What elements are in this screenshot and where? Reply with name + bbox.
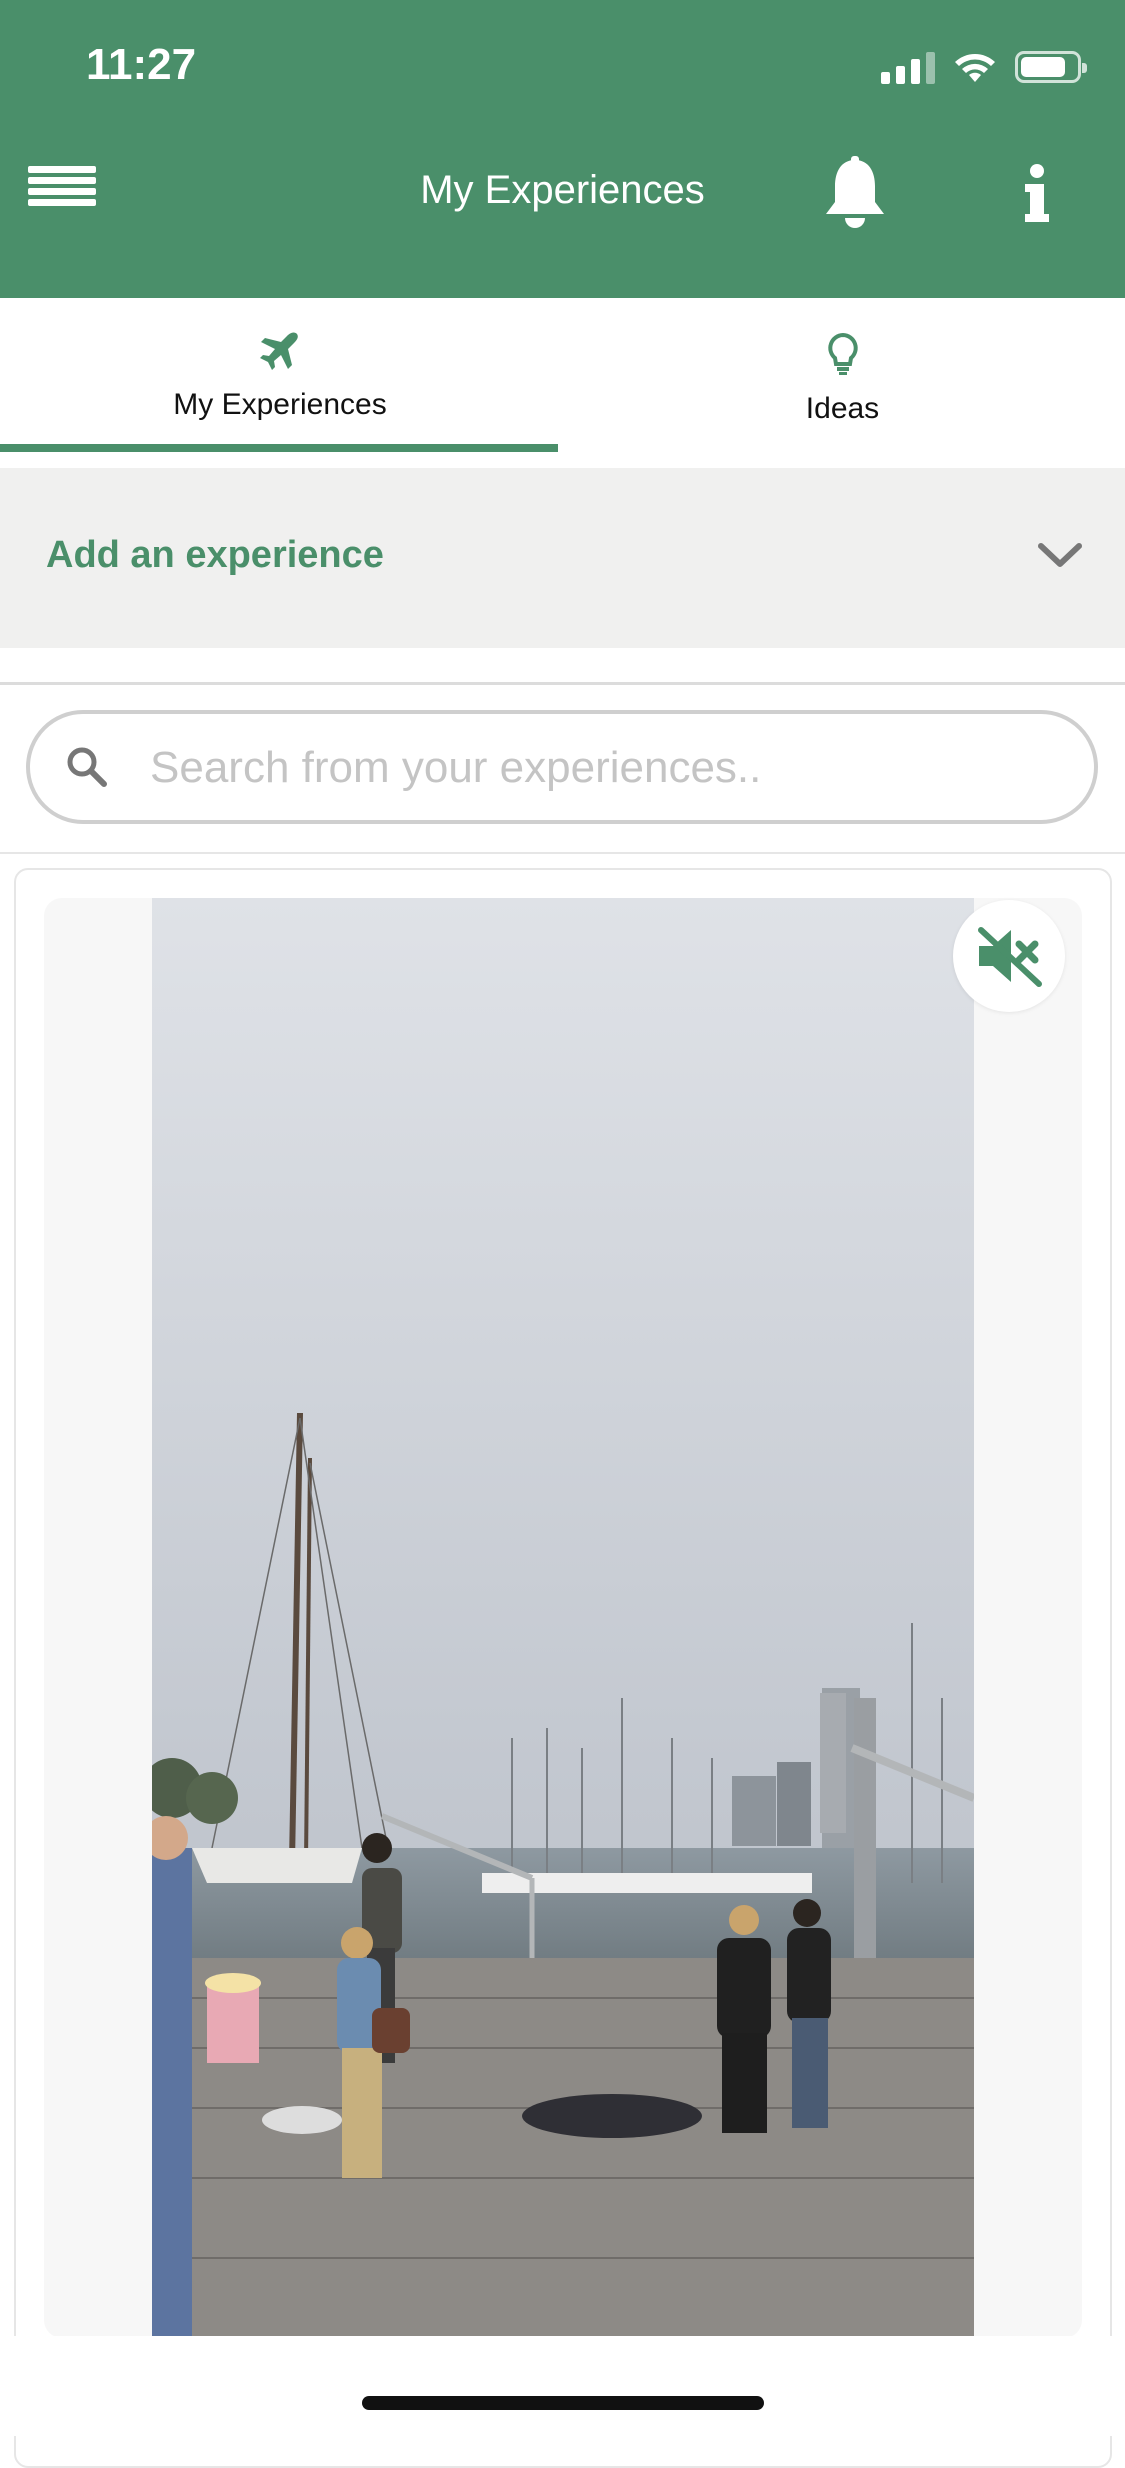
tab-label-my-experiences: My Experiences <box>173 388 387 421</box>
divider <box>0 852 1125 854</box>
tab-my-experiences[interactable]: My Experiences <box>0 298 560 468</box>
harbor-scene-image <box>152 898 974 2338</box>
wifi-icon <box>955 54 995 82</box>
speaker-muted-icon <box>978 927 1042 987</box>
add-experience-accordion[interactable]: Add an experience <box>0 468 1125 648</box>
home-indicator[interactable] <box>362 2396 764 2410</box>
lightbulb-icon <box>827 332 858 375</box>
search-bar[interactable] <box>26 710 1098 824</box>
tab-label-ideas: Ideas <box>805 392 880 425</box>
status-time: 11:27 <box>86 40 197 89</box>
page-title: My Experiences <box>420 168 705 212</box>
info-icon[interactable] <box>1020 164 1054 224</box>
search-input[interactable] <box>148 732 1052 804</box>
bottom-area <box>0 2336 1125 2436</box>
mute-toggle-button[interactable] <box>953 900 1065 1012</box>
app-header: 11:27 My Experiences <box>0 0 1125 298</box>
tab-bar: My Experiences Ideas <box>0 298 1125 468</box>
airplane-icon <box>260 332 298 370</box>
search-icon <box>67 747 107 787</box>
cellular-signal-icon <box>881 50 935 84</box>
tab-ideas[interactable]: Ideas <box>560 298 1125 468</box>
chevron-down-icon <box>1038 543 1082 567</box>
divider <box>0 682 1125 685</box>
battery-icon <box>1015 51 1087 83</box>
status-icons <box>881 50 1087 84</box>
bell-icon[interactable] <box>820 156 890 232</box>
experience-video[interactable] <box>152 898 974 2338</box>
add-experience-label: Add an experience <box>46 534 384 576</box>
active-tab-indicator <box>0 444 558 452</box>
